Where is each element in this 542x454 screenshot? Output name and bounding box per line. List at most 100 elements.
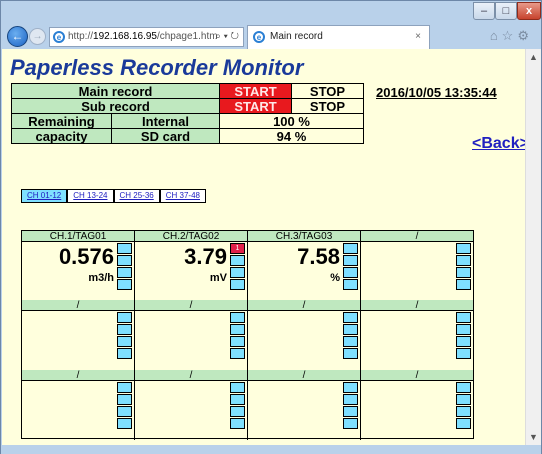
channel-unit: % [330,272,340,284]
channel-cell: /1 2 3 4 [22,370,134,440]
back-arrow-icon[interactable]: ← [7,26,28,47]
scroll-up-icon[interactable]: ▲ [526,49,541,65]
channel-unit: mV [209,272,227,284]
internal-label: Internal [111,113,220,129]
channel-value: 7.58 [297,244,340,269]
channel-header: / [248,370,360,381]
alarm-indicator: 1 [456,312,471,323]
alarm-indicators: 1234 [117,312,132,360]
alarm-indicator: 2 [456,394,471,405]
sd-card-capacity-value: 94 % [219,128,364,144]
channel-cell: CH.1/TAG01 0.576 m3/h 1 2 3 4 [22,231,134,300]
channel-header: / [361,370,473,381]
url-path: /chpage1.htm [156,31,218,42]
channel-value: 3.79 [184,244,227,269]
channel-header: CH.1/TAG01 [22,231,134,242]
alarm-indicator: 4 [230,348,245,359]
alarm-indicators: 1234 [343,243,358,291]
alarm-indicator: 4 [117,279,132,290]
alarm-indicator: 3 [230,336,245,347]
alarm-indicator: 2 [230,324,245,335]
alarm-indicator: 2 [343,324,358,335]
sub-stop-button[interactable]: STOP [291,98,364,114]
channel-cell: /1 2 3 4 [361,231,473,300]
alarm-indicator: 1 [343,312,358,323]
alarm-indicators: 1234 [230,243,245,291]
alarm-indicator: 2 [117,255,132,266]
ie-icon: e [53,31,65,43]
alarm-indicator: 1 [117,382,132,393]
close-window-button[interactable]: x [517,2,541,20]
alarm-indicator: 1 [230,243,245,254]
alarm-indicator: 3 [343,267,358,278]
alarm-indicator: 1 [456,243,471,254]
alarm-indicator: 1 [343,243,358,254]
toolbar-icons[interactable]: ⌂☆⚙ [490,28,533,44]
page-viewport: Paperless Recorder Monitor Main record S… [2,49,525,445]
main-stop-button[interactable]: STOP [291,83,364,99]
maximize-button[interactable]: □ [495,2,517,20]
alarm-indicator: 1 [343,382,358,393]
navigation-bar: ← → e http://192.168.16.95/chpage1.htm ⌕ … [1,25,541,49]
channel-header: / [361,300,473,311]
scroll-down-icon[interactable]: ▼ [526,429,541,445]
alarm-indicator: 2 [343,394,358,405]
alarm-indicator: 4 [343,418,358,429]
channel-tab-1[interactable]: CH 01-12 [21,189,68,203]
tab-ie-icon: e [253,31,265,43]
channel-cell: /1 2 3 4 [22,300,134,370]
channel-header: / [22,370,134,381]
channel-cell: /1 2 3 4 [248,370,360,440]
forward-arrow-icon[interactable]: → [29,28,46,45]
alarm-indicator: 3 [456,267,471,278]
main-start-button[interactable]: START [219,83,292,99]
record-status-table: Main record START STOP Sub record START … [11,83,364,144]
main-record-label: Main record [11,83,220,99]
tab-title: Main record [270,31,323,42]
alarm-indicators: 1234 [456,243,471,291]
alarm-indicator: 3 [456,336,471,347]
sub-start-button[interactable]: START [219,98,292,114]
browser-tab-main-record[interactable]: e Main record × [247,25,430,49]
channel-cell: /1 2 3 4 [361,370,473,440]
address-tools-icon[interactable]: ⌕ ▾ ↻ [215,28,239,46]
channel-group-tabs: CH 01-12 CH 13-24 CH 25-36 CH 37-48 [21,189,206,203]
title-bar: – □ x [1,1,541,25]
internal-capacity-value: 100 % [219,113,364,129]
alarm-indicator: 3 [117,336,132,347]
channel-cell: /1 2 3 4 [135,370,247,440]
address-bar[interactable]: e http://192.168.16.95/chpage1.htm ⌕ ▾ ↻ [49,27,244,47]
browser-window: – □ x ← → e http://192.168.16.95/chpage1.… [0,0,542,454]
tab-close-icon[interactable]: × [415,26,421,48]
alarm-indicator: 2 [456,324,471,335]
alarm-indicators: 1234 [456,312,471,360]
alarm-indicator: 4 [230,279,245,290]
channel-grid: CH.1/TAG01 0.576 m3/h 1 2 3 4 CH.2/TAG02 3.79 mV 1… [21,230,474,440]
back-link[interactable]: <Back> [472,135,525,153]
alarm-indicator: 3 [343,406,358,417]
alarm-indicator: 4 [456,418,471,429]
channel-tab-3[interactable]: CH 25-36 [113,189,160,203]
channel-tab-2[interactable]: CH 13-24 [67,189,114,203]
alarm-indicator: 4 [343,348,358,359]
alarm-indicator: 4 [343,279,358,290]
channel-tab-4[interactable]: CH 37-48 [159,189,206,203]
alarm-indicator: 4 [230,418,245,429]
alarm-indicator: 2 [456,255,471,266]
current-datetime: 2016/10/05 13:35:44 [376,85,497,100]
alarm-indicator: 1 [230,312,245,323]
alarm-indicator: 4 [117,348,132,359]
alarm-indicator: 1 [456,382,471,393]
alarm-indicator: 3 [343,336,358,347]
channel-cell: CH.3/TAG03 7.58% 1 2 3 4 [248,231,360,300]
alarm-indicator: 4 [456,348,471,359]
minimize-button[interactable]: – [473,2,495,20]
url-host: 192.168.16.95 [93,31,157,42]
alarm-indicator: 3 [117,267,132,278]
channel-header: / [135,300,247,311]
vertical-scrollbar[interactable]: ▲ ▼ [525,49,541,445]
alarm-indicator: 2 [117,394,132,405]
channel-header: / [248,300,360,311]
alarm-indicator: 1 [117,312,132,323]
channel-cell: /1 2 3 4 [135,300,247,370]
